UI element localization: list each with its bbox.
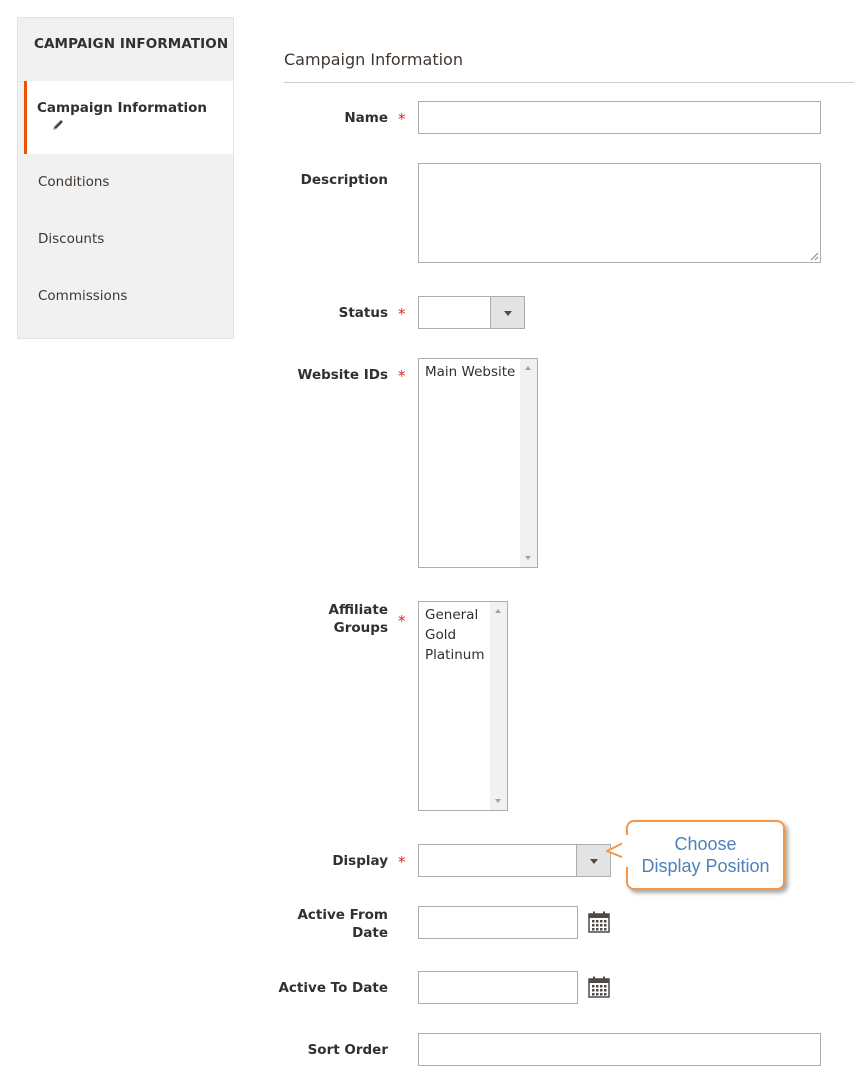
sidebar-item-commissions[interactable]: Commissions <box>38 288 127 304</box>
callout-line: Display Position <box>641 856 770 876</box>
affiliate-groups-multiselect[interactable]: General Gold Platinum <box>418 601 508 811</box>
calendar-icon[interactable] <box>588 976 610 998</box>
sidebar-item-label: Campaign Information <box>37 100 208 116</box>
scrollbar[interactable] <box>490 602 507 810</box>
required-marker: * <box>398 110 406 128</box>
affiliate-groups-label: Affiliate Groups <box>329 601 388 637</box>
display-select[interactable] <box>418 844 611 877</box>
scroll-up-icon[interactable] <box>525 366 531 370</box>
active-from-date-label: Active From Date <box>297 906 388 942</box>
chevron-down-icon[interactable] <box>490 297 524 328</box>
sidebar-item-label: Conditions <box>38 174 110 190</box>
sidebar-item-label: Discounts <box>38 231 105 247</box>
required-marker: * <box>398 367 406 385</box>
sort-order-label: Sort Order <box>307 1042 388 1058</box>
sidebar-title: CAMPAIGN INFORMATION <box>18 18 233 82</box>
active-from-date-input[interactable] <box>418 906 578 939</box>
scroll-up-icon[interactable] <box>495 609 501 613</box>
callout-line: Choose <box>674 834 737 854</box>
required-marker: * <box>398 305 406 323</box>
active-to-date-label: Active To Date <box>278 980 388 996</box>
multiselect-option[interactable]: Gold <box>419 625 484 645</box>
label-line: Groups <box>333 620 388 636</box>
status-select[interactable] <box>418 296 525 329</box>
sidebar-item-conditions[interactable]: Conditions <box>38 174 109 190</box>
callout-joint <box>622 835 628 867</box>
display-label: Display <box>332 853 388 869</box>
label-line: Affiliate <box>328 602 388 618</box>
name-label: Name <box>344 110 388 126</box>
sidebar-item-label: Commissions <box>38 288 128 304</box>
multiselect-option[interactable]: Main Website <box>419 362 515 382</box>
website-ids-multiselect[interactable]: Main Website <box>418 358 538 568</box>
website-ids-label: Website IDs <box>297 367 388 383</box>
pencil-icon <box>53 120 63 130</box>
scrollbar[interactable] <box>520 359 537 567</box>
callout-tooltip: Choose Display Position <box>626 820 785 890</box>
required-marker: * <box>398 612 406 630</box>
sidebar-item-campaign-information[interactable]: Campaign Information <box>24 81 233 154</box>
multiselect-option[interactable]: Platinum <box>419 645 484 665</box>
scroll-down-icon[interactable] <box>525 556 531 560</box>
sort-order-input[interactable] <box>418 1033 821 1066</box>
active-to-date-input[interactable] <box>418 971 578 1004</box>
description-label: Description <box>300 172 388 188</box>
sidebar-item-discounts[interactable]: Discounts <box>38 231 104 247</box>
multiselect-option[interactable]: General <box>419 605 484 625</box>
name-input[interactable] <box>418 101 821 134</box>
resize-grip-icon[interactable] <box>810 252 819 261</box>
scroll-down-icon[interactable] <box>495 799 501 803</box>
label-line: Active From <box>297 907 388 923</box>
calendar-icon[interactable] <box>588 911 610 933</box>
label-line: Date <box>352 925 388 941</box>
status-label: Status <box>338 305 388 321</box>
description-textarea[interactable] <box>418 163 821 263</box>
section-title: Campaign Information <box>284 50 463 69</box>
section-divider <box>284 82 854 83</box>
required-marker: * <box>398 853 406 871</box>
